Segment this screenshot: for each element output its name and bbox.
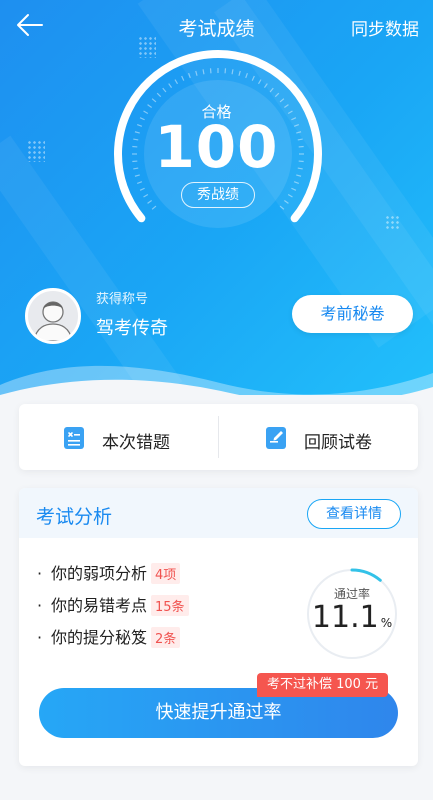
score-value: 100 [154,113,279,181]
gauge-tick [162,87,167,93]
count-badge: 2条 [151,627,181,648]
compensation-badge: 考不过补偿 100 元 [257,673,389,697]
gauge-tick [136,181,143,184]
gauge-tick [263,83,268,88]
gauge-tick [279,205,285,210]
item-label: 你的易错考点 [51,596,148,615]
gauge-tick [151,205,157,210]
user-avatar-icon [33,301,73,341]
gauge-tick [257,79,262,85]
gauge-tick [274,92,280,98]
secret-paper-button[interactable]: 考前秘卷 [292,295,413,333]
honor-caption: 获得称号 [96,292,149,307]
bullet: · [37,596,43,615]
gauge-tick [238,70,241,76]
weakness-analysis-item[interactable]: · 你的弱项分析 4项 [37,560,181,584]
avatar[interactable] [25,288,81,344]
review-paper-label: 回顾试卷 [304,433,372,453]
decor-dots [385,215,399,231]
score-tips-item[interactable]: · 你的提分秘笈 2条 [37,624,181,648]
hero-wave [0,365,433,395]
gauge-tick [139,187,145,191]
count-badge: 4项 [151,563,181,584]
analysis-card: 考试分析 查看详情 · 你的弱项分析 4项 · 你的易错考点 15条 · 你的提分秘笈 2条… [19,488,418,766]
gauge-tick [147,199,152,204]
gauge-tick [174,79,179,85]
pass-ring-progress [350,568,382,582]
gauge-tick [245,72,248,79]
pass-rate-number: 11.1 [311,600,379,635]
wrong-questions-icon [64,427,84,449]
gauge-tick [168,83,173,88]
analysis-header: 考试分析 查看详情 [19,488,418,538]
gauge-tick [251,75,255,81]
sync-data-button[interactable]: 同步数据 [351,15,419,40]
honor-title: 驾考传奇 [96,318,168,339]
gauge-tick [202,69,205,75]
top-bar: 考试成绩 同步数据 [0,0,433,52]
action-card: 本次错题 回顾试卷 [19,404,418,470]
gauge-tick [156,92,162,98]
gauge-tick [269,87,274,93]
error-prone-item[interactable]: · 你的易错考点 15条 [37,592,189,616]
review-paper-icon [266,427,286,449]
gauge-tick [284,199,289,204]
gauge-tick [291,187,297,191]
bullet: · [37,628,43,647]
gauge-tick [181,75,185,81]
bullet: · [37,564,43,583]
gauge-tick [287,193,293,198]
gauge-tick [195,70,198,76]
item-label: 你的提分秘笈 [51,628,148,647]
show-results-button[interactable]: 秀战绩 [181,182,255,208]
count-badge: 15条 [151,595,189,616]
analysis-title: 考试分析 [36,506,113,528]
review-paper-button[interactable]: 回顾试卷 [219,404,418,470]
wrong-questions-button[interactable]: 本次错题 [19,404,218,470]
pass-rate-value: 11.1% [304,600,400,635]
gauge-tick [188,72,191,79]
wrong-questions-label: 本次错题 [102,433,170,453]
gauge-tick [231,69,234,75]
gauge-tick [293,181,300,184]
view-details-button[interactable]: 查看详情 [307,499,401,529]
item-label: 你的弱项分析 [51,564,148,583]
pass-rate-unit: % [380,616,393,630]
gauge-tick [143,193,149,198]
